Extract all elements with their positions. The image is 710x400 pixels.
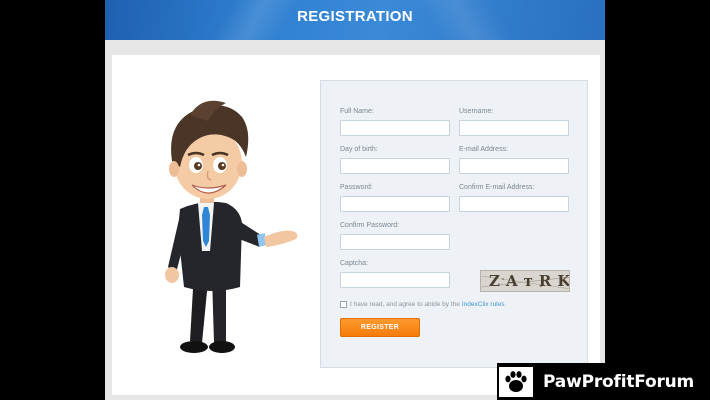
password-input[interactable] [340,196,450,212]
agree-row: I have read, and agree to abide by the I… [340,299,505,309]
register-button[interactable]: REGISTER [340,318,420,337]
confirm-email-field: Confirm E-mail Address: [459,183,569,212]
page-title: REGISTRATION [297,8,413,25]
captcha-image: ZAтRK [480,270,570,292]
confirm-password-input[interactable] [340,234,450,250]
full-name-label: Full Name: [340,108,374,115]
watermark-overlay: PawProfitForum [497,363,710,400]
password-label: Password: [340,184,373,191]
header-banner: REGISTRATION [105,0,605,40]
captcha-field: Captcha: [340,259,450,288]
day-of-birth-field: Day of birth: [340,145,450,174]
agree-checkbox[interactable] [340,300,347,308]
confirm-email-input[interactable] [459,196,569,212]
registration-form: Full Name: Username: Day of birth: E-mai… [320,80,588,368]
businessman-mascot-image [165,100,298,353]
email-label: E-mail Address: [459,146,509,153]
captcha-text: ZAтRK [489,272,570,290]
confirm-password-field: Confirm Password: [340,221,450,250]
captcha-label: Captcha: [340,260,369,267]
confirm-password-label: Confirm Password: [340,222,400,229]
email-field: E-mail Address: [459,145,569,174]
rules-link[interactable]: IndexClix rules [462,301,505,308]
username-field: Username: [459,107,569,136]
email-input[interactable] [459,158,569,174]
agree-text: I have read, and agree to abide by the [350,300,460,308]
username-label: Username: [459,108,494,115]
password-field: Password: [340,183,450,212]
day-of-birth-label: Day of birth: [340,146,378,153]
full-name-input[interactable] [340,120,450,136]
day-of-birth-input[interactable] [340,158,450,174]
captcha-input[interactable] [340,272,450,288]
paw-icon [499,366,533,397]
full-name-field: Full Name: [340,107,450,136]
registration-page: REGISTRATION Full Name: Username: Day of… [105,0,605,400]
confirm-email-label: Confirm E-mail Address: [459,184,535,191]
watermark-text: PawProfitForum [543,371,695,392]
content-area: Full Name: Username: Day of birth: E-mai… [112,55,600,395]
username-input[interactable] [459,120,569,136]
